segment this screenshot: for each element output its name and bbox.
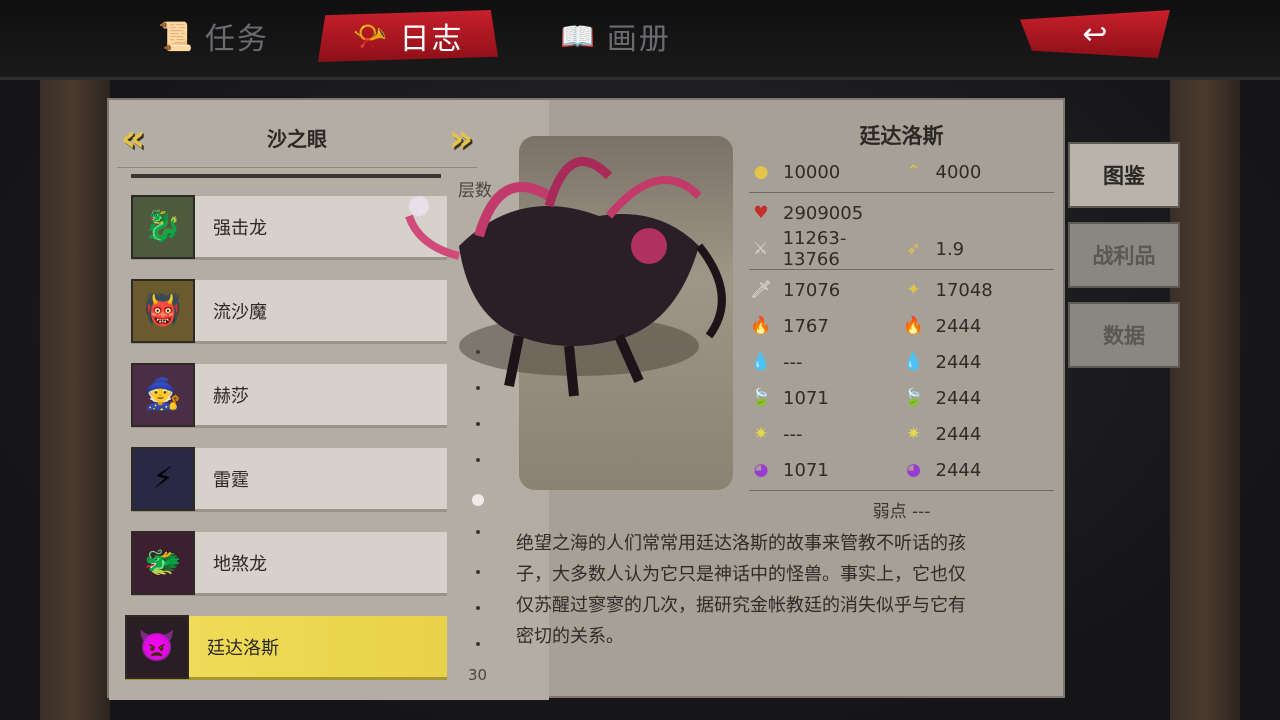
light-dmg-value: 2444 xyxy=(935,423,982,445)
stat-row-physical: 🗡 17076 ✦ 17048 xyxy=(749,272,1054,308)
boss-art-frame xyxy=(405,136,733,490)
monster-name: 廷达洛斯 xyxy=(207,637,279,659)
tab-log[interactable]: 📯 日志 xyxy=(318,10,498,62)
tab-loot-label: 战利品 xyxy=(1092,244,1156,268)
monster-name: 雷霆 xyxy=(213,469,249,491)
stat-row-rewards: ● 10000 ⌃ 4000 xyxy=(749,154,1054,190)
magic-hammer-icon: ✦ xyxy=(906,280,921,300)
floor-dot xyxy=(476,422,480,426)
fire-damage-icon: 🔥 xyxy=(902,316,925,336)
heart-icon: ♥ xyxy=(753,203,769,223)
stat-row-water: 💧 --- 💧 2444 xyxy=(749,344,1054,380)
exp-value: 4000 xyxy=(935,161,982,183)
tab-quest[interactable]: 📜 任务 xyxy=(158,10,269,62)
sword-icon: ⚔ xyxy=(753,239,769,259)
water-dmg-value: 2444 xyxy=(935,351,982,373)
water-damage-icon: 💧 xyxy=(902,352,925,372)
tab-album-label: 画册 xyxy=(606,22,671,57)
top-navigation: 📜 任务 📯 日志 📖 画册 ↩ xyxy=(0,0,1280,80)
book-icon: 📖 xyxy=(560,19,597,53)
divider xyxy=(749,192,1054,193)
attack-speed-value: 1.9 xyxy=(935,238,965,260)
attack-speed-icon: ➶ xyxy=(906,239,921,259)
thunder-portrait-icon: ⚡ xyxy=(131,446,195,511)
nature-res-value: 1071 xyxy=(783,387,829,409)
nature-shield-icon: 🍃 xyxy=(750,388,772,408)
monster-name: 赫莎 xyxy=(213,385,249,407)
floor-dot xyxy=(476,642,480,646)
gold-value: 10000 xyxy=(783,161,841,183)
monster-name: 地煞龙 xyxy=(213,553,267,575)
stat-row-dark: ◕ 1071 ◕ 2444 xyxy=(749,452,1054,488)
boss-name: 廷达洛斯 xyxy=(859,124,944,148)
stat-row-hp: ♥ 2909005 xyxy=(749,195,1054,231)
floor-dot xyxy=(476,458,480,462)
fire-dmg-value: 2444 xyxy=(935,315,982,337)
monster-row-3[interactable]: ⚡ 雷霆 xyxy=(131,446,447,512)
stat-row-attack: ⚔ 11263-13766 ➶ 1.9 xyxy=(749,228,1054,270)
fire-res-value: 1767 xyxy=(783,315,829,337)
divider xyxy=(749,490,1054,491)
tindalos-creature-image xyxy=(405,157,726,397)
monster-name: 流沙魔 xyxy=(213,301,267,323)
tab-loot[interactable]: 战利品 xyxy=(1068,222,1180,288)
horn-icon: 📯 xyxy=(352,19,390,53)
sand-demon-portrait-icon: 👹 xyxy=(131,278,195,343)
tab-quest-label: 任务 xyxy=(204,22,269,57)
floor-dot xyxy=(476,570,480,574)
attack-range-value: 11263-13766 xyxy=(782,228,847,270)
list-divider xyxy=(131,174,441,178)
monster-row-5-selected[interactable]: 👿 廷达洛斯 xyxy=(125,614,447,680)
stat-row-light: ✷ --- ✷ 2444 xyxy=(749,416,1054,452)
dark-dmg-value: 2444 xyxy=(935,459,982,481)
stat-row-nature: 🍃 1071 🍃 2444 xyxy=(749,380,1054,416)
floor-current-marker[interactable] xyxy=(472,494,484,506)
monster-row-4[interactable]: 🐲 地煞龙 xyxy=(131,530,447,596)
tab-album[interactable]: 📖 画册 xyxy=(560,10,671,62)
hessa-portrait-icon: 🧙 xyxy=(131,362,195,427)
dark-res-value: 1071 xyxy=(783,459,829,481)
back-arrow-icon: ↩ xyxy=(1082,16,1108,52)
dragon-portrait-icon: 🐉 xyxy=(131,194,195,259)
floor-dot xyxy=(476,530,480,534)
light-damage-icon: ✷ xyxy=(906,424,921,444)
phys-atk-value: 17076 xyxy=(783,279,841,301)
back-button[interactable]: ↩ xyxy=(1020,10,1170,58)
weakness-text: 弱点 --- xyxy=(872,502,931,522)
gold-coin-icon: ● xyxy=(753,162,769,182)
tab-data-label: 数据 xyxy=(1103,324,1145,348)
zone-title: 沙之眼 xyxy=(267,127,327,151)
scroll-icon: 📜 xyxy=(158,19,195,53)
dark-shield-icon: ◕ xyxy=(753,460,769,480)
boss-description: 绝望之海的人们常常用廷达洛斯的故事来管教不听话的孩 子，大多数人认为它只是神话中… xyxy=(516,533,966,647)
floor-dot xyxy=(476,606,480,610)
boss-stats: 廷达洛斯 ● 10000 ⌃ 4000 ♥ 2909005 ⚔ 11263-13766 … xyxy=(749,120,1054,522)
prev-zone-button[interactable]: « xyxy=(117,116,149,160)
fire-shield-icon: 🔥 xyxy=(750,316,772,336)
tab-codex-label: 图鉴 xyxy=(1103,164,1145,188)
frame-left-post xyxy=(40,70,110,720)
tab-log-label: 日志 xyxy=(399,22,464,57)
floor-end-label: 30 xyxy=(468,666,488,684)
earth-dragon-portrait-icon: 🐲 xyxy=(131,530,195,595)
journal-panel: « 沙之眼 » 🐉 强击龙 👹 流沙魔 🧙 赫莎 ⚡ 雷霆 🐲 地煞龙 👿 廷达… xyxy=(107,98,1065,700)
physical-sword-icon: 🗡 xyxy=(750,280,772,300)
stat-row-fire: 🔥 1767 🔥 2444 xyxy=(749,308,1054,344)
monster-name: 强击龙 xyxy=(213,217,267,239)
tindalos-portrait-icon: 👿 xyxy=(125,614,189,679)
water-res-value: --- xyxy=(783,351,803,373)
water-shield-icon: 💧 xyxy=(750,352,772,372)
light-res-value: --- xyxy=(783,423,803,445)
tab-data[interactable]: 数据 xyxy=(1068,302,1180,368)
dark-damage-icon: ◕ xyxy=(906,460,921,480)
frame-right-post xyxy=(1170,70,1240,720)
light-shield-icon: ✷ xyxy=(753,424,769,444)
magic-atk-value: 17048 xyxy=(935,279,993,301)
nature-damage-icon: 🍃 xyxy=(902,388,925,408)
tab-codex[interactable]: 图鉴 xyxy=(1068,142,1180,208)
nature-dmg-value: 2444 xyxy=(935,387,982,409)
exp-chevron-icon: ⌃ xyxy=(906,162,921,182)
hp-value: 2909005 xyxy=(783,202,864,224)
